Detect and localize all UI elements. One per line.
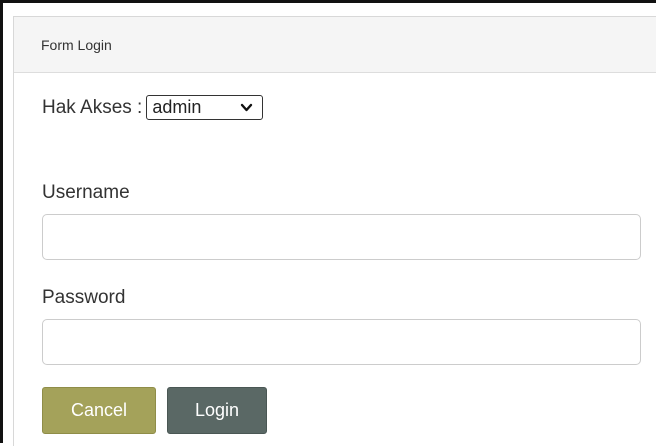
access-select[interactable]: admin [146,95,264,120]
cancel-button[interactable]: Cancel [42,387,156,434]
panel-title: Form Login [41,36,112,53]
username-label: Username [42,182,130,203]
access-row: Hak Akses : admin [42,95,264,120]
access-label: Hak Akses : [42,96,143,118]
login-button-label: Login [194,400,240,420]
chevron-down-icon [241,103,253,112]
login-panel: Form Login Hak Akses : admin Username Pa… [13,16,656,446]
access-select-value: admin [152,97,202,117]
panel-header: Form Login [14,17,656,73]
login-button[interactable]: Login [167,387,267,434]
cancel-button-label: Cancel [70,400,128,420]
window-frame: Form Login Hak Akses : admin Username Pa… [0,0,656,446]
username-input[interactable] [42,214,641,260]
password-input[interactable] [42,319,641,365]
password-label: Password [42,287,126,308]
